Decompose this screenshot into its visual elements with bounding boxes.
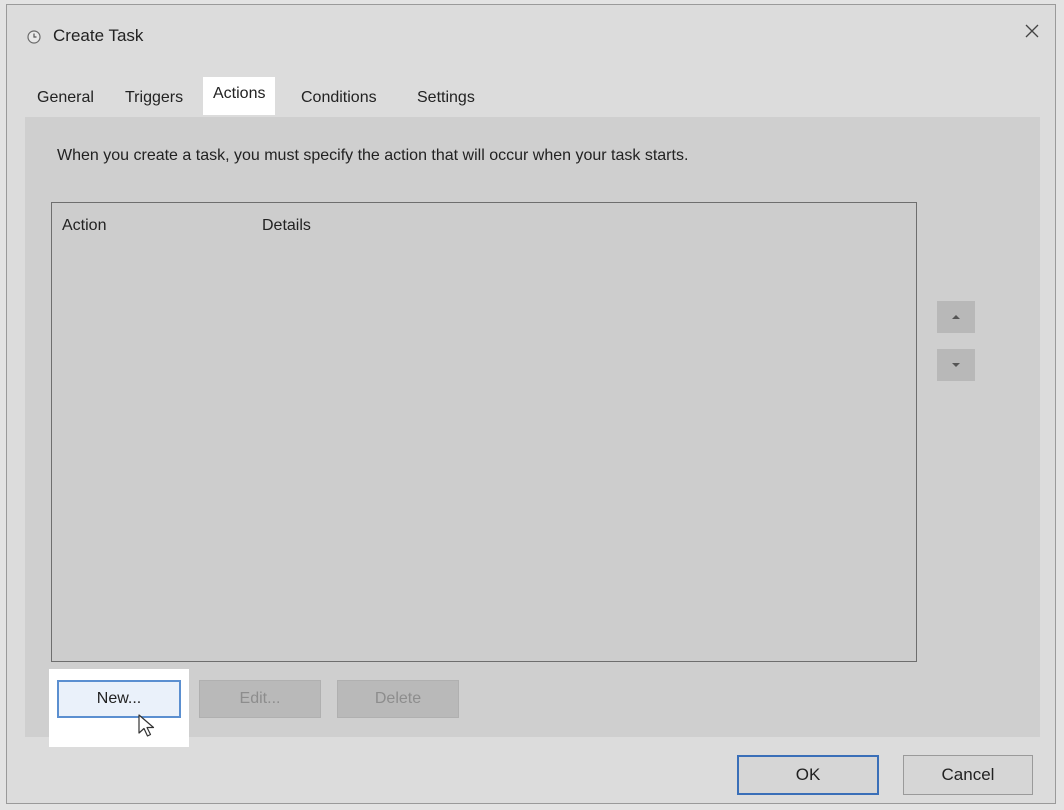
tab-general[interactable]: General [29, 83, 102, 115]
tab-actions[interactable]: Actions [203, 77, 276, 115]
actions-list[interactable]: Action Details [51, 202, 917, 662]
title-bar: Create Task [7, 5, 1055, 67]
column-header-action[interactable]: Action [62, 217, 106, 235]
clock-icon [27, 30, 41, 44]
move-down-button[interactable] [937, 349, 975, 381]
new-action-button[interactable]: New... [57, 680, 181, 718]
column-header-details[interactable]: Details [262, 217, 311, 235]
create-task-dialog: Create Task General Triggers Actions Con… [6, 4, 1056, 804]
actions-panel: When you create a task, you must specify… [25, 117, 1040, 747]
tab-strip: General Triggers Actions Conditions Sett… [29, 77, 1055, 117]
arrow-up-icon [951, 308, 961, 326]
close-button[interactable] [1015, 17, 1049, 49]
delete-action-button[interactable]: Delete [337, 680, 459, 718]
instruction-text: When you create a task, you must specify… [57, 147, 689, 164]
tab-triggers[interactable]: Triggers [117, 83, 191, 115]
tab-conditions[interactable]: Conditions [293, 83, 385, 115]
edit-action-button[interactable]: Edit... [199, 680, 321, 718]
window-title: Create Task [53, 26, 144, 45]
cancel-button[interactable]: Cancel [903, 755, 1033, 795]
arrow-down-icon [951, 356, 961, 374]
move-up-button[interactable] [937, 301, 975, 333]
close-icon [1024, 23, 1040, 44]
tab-settings[interactable]: Settings [409, 83, 483, 115]
ok-button[interactable]: OK [737, 755, 879, 795]
